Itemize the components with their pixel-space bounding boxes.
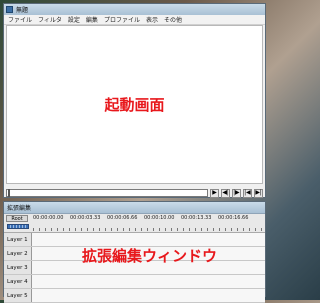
skip-end-icon[interactable]: ▶| <box>254 188 263 198</box>
menu-file[interactable]: ファイル <box>8 15 32 24</box>
layer-label[interactable]: Layer 5 <box>4 289 32 302</box>
main-titlebar[interactable]: 無題 <box>4 4 265 15</box>
window-title: 無題 <box>16 7 29 14</box>
layer-row: Layer 1 <box>4 233 265 247</box>
timeline-body: Layer 1 Layer 2 Layer 3 Layer 4 Layer 5 … <box>4 233 265 303</box>
menu-profile[interactable]: プロファイル <box>104 15 140 24</box>
step-back-icon[interactable]: ◀| <box>221 188 230 198</box>
menu-other[interactable]: その他 <box>164 15 182 24</box>
layer-label[interactable]: Layer 3 <box>4 261 32 274</box>
step-forward-icon[interactable]: |▶ <box>232 188 241 198</box>
layer-row: Layer 3 <box>4 261 265 275</box>
skip-start-icon[interactable]: |◀ <box>243 188 252 198</box>
startup-screen-annotation: 起動画面 <box>104 96 165 114</box>
extended-edit-window: 拡張編集 Root 00:00:00.00 00:00:03.33 00:00:… <box>3 201 266 303</box>
layer-row: Layer 4 <box>4 275 265 289</box>
timecode-label: 00:00:06.66 <box>107 215 138 221</box>
playback-controls: ▶ ◀| |▶ |◀ ▶| <box>6 187 263 199</box>
menu-settings[interactable]: 設定 <box>68 15 80 24</box>
timecode-label: 00:00:10.00 <box>144 215 175 221</box>
app-icon <box>6 6 13 13</box>
menu-edit[interactable]: 編集 <box>86 15 98 24</box>
zoom-scale-bar[interactable] <box>7 224 29 229</box>
layer-label[interactable]: Layer 4 <box>4 275 32 288</box>
ext-window-title: 拡張編集 <box>7 205 32 212</box>
play-icon[interactable]: ▶ <box>210 188 219 198</box>
main-window: 無題 ファイル フィルタ 設定 編集 プロファイル 表示 その他 起動画面 ▶ … <box>3 3 266 198</box>
root-button[interactable]: Root <box>6 215 28 222</box>
timecode-label: 00:00:00.00 <box>33 215 64 221</box>
layer-track[interactable] <box>32 289 265 302</box>
ext-titlebar[interactable]: 拡張編集 <box>4 202 265 214</box>
layer-track[interactable] <box>32 233 265 246</box>
layer-track[interactable] <box>32 247 265 260</box>
timecode-label: 00:00:16.66 <box>218 215 249 221</box>
menu-bar: ファイル フィルタ 設定 編集 プロファイル 表示 その他 <box>4 15 265 25</box>
layer-label[interactable]: Layer 2 <box>4 247 32 260</box>
layer-row: Layer 5 <box>4 289 265 303</box>
layer-row: Layer 2 <box>4 247 265 261</box>
preview-canvas[interactable]: 起動画面 <box>6 25 263 184</box>
seek-handle[interactable] <box>8 189 10 197</box>
layer-track[interactable] <box>32 261 265 274</box>
layer-track[interactable] <box>32 275 265 288</box>
timecode-label: 00:00:13.33 <box>181 215 212 221</box>
timecode-label: 00:00:03.33 <box>70 215 101 221</box>
seek-bar[interactable] <box>6 189 208 197</box>
timeline-ruler[interactable]: Root 00:00:00.00 00:00:03.33 00:00:06.66… <box>4 214 265 233</box>
layer-label[interactable]: Layer 1 <box>4 233 32 246</box>
menu-view[interactable]: 表示 <box>146 15 158 24</box>
menu-filter[interactable]: フィルタ <box>38 15 62 24</box>
timeline-ticks <box>33 223 265 231</box>
